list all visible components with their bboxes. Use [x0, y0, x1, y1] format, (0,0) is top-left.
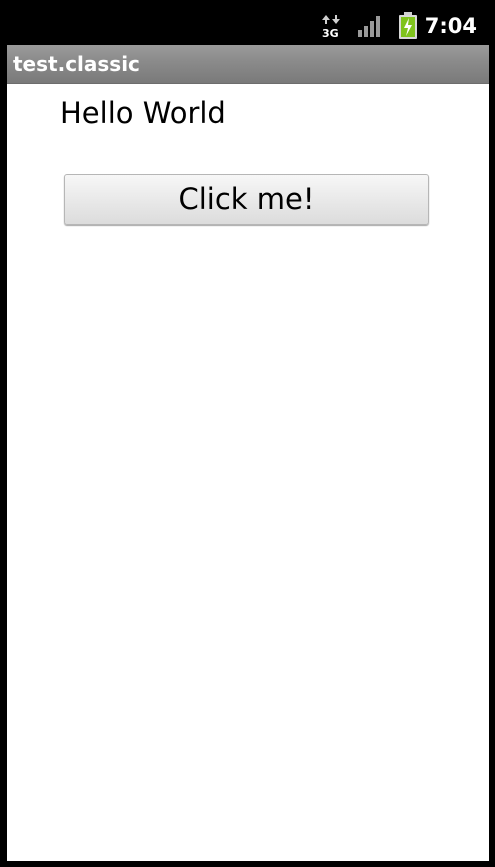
- hello-world-label: Hello World: [60, 96, 226, 130]
- status-clock: 7:04: [424, 14, 477, 38]
- app-title: test.classic: [13, 52, 140, 76]
- network-3g-icon: 3G: [322, 15, 340, 38]
- signal-strength-icon: [358, 16, 380, 37]
- status-bar: 3G 7:04: [0, 0, 495, 45]
- click-me-button[interactable]: Click me!: [64, 174, 429, 225]
- device-frame: 3G 7:04 test.classic Hello World Click m…: [0, 0, 495, 867]
- svg-text:3G: 3G: [322, 27, 339, 38]
- app-screen: test.classic Hello World Click me!: [7, 45, 489, 861]
- title-bar: test.classic: [7, 45, 489, 84]
- battery-charging-icon: [399, 12, 417, 39]
